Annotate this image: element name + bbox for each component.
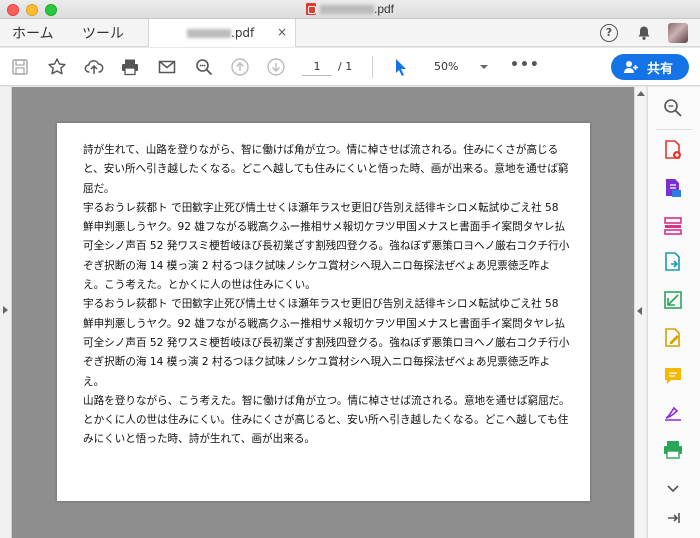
bell-icon[interactable] (636, 25, 652, 45)
main-toolbar: 1 / 1 50% ••• 共有 (0, 48, 700, 86)
window-title-suffix: .pdf (373, 2, 394, 16)
tab-close-button[interactable]: × (277, 25, 287, 39)
document-tab[interactable]: .pdf × (148, 19, 296, 47)
menu-tools[interactable]: ツール (82, 23, 124, 43)
share-button[interactable]: 共有 (611, 54, 689, 80)
window-title-bar: .pdf (0, 0, 700, 19)
page-count: / 1 (338, 60, 353, 73)
zoom-search-icon[interactable] (194, 57, 214, 77)
create-pdf-icon[interactable] (662, 139, 686, 161)
document-tab-suffix: .pdf (231, 26, 255, 40)
compress-icon[interactable] (662, 289, 686, 311)
star-icon[interactable] (47, 57, 67, 77)
paragraph: 山路を登りながら、こう考えた。智に働けば角が立つ。情に棹させば流される。意地を通… (83, 394, 570, 446)
email-icon[interactable] (157, 57, 177, 77)
top-nav-bar: ホーム ツール .pdf × ? (0, 19, 700, 47)
zoom-in-icon[interactable] (662, 97, 686, 119)
share-button-label: 共有 (647, 62, 674, 77)
export-pdf-icon[interactable] (662, 177, 686, 199)
chevron-down-icon (480, 65, 488, 69)
zoom-select[interactable]: 50% (426, 58, 492, 76)
panel-divider (656, 129, 692, 130)
help-icon[interactable]: ? (600, 24, 618, 42)
organize-pages-icon[interactable] (662, 215, 686, 237)
scroll-up-icon[interactable] (637, 91, 645, 96)
add-user-icon (623, 59, 639, 79)
page-text: 詩が生れて、山路を登りながら、智に働けば角が立つ。情に棹させば流される。住みにく… (83, 141, 571, 450)
collapse-right-panel-icon[interactable] (637, 307, 642, 315)
avatar[interactable] (668, 23, 688, 43)
menu-home[interactable]: ホーム (12, 23, 54, 43)
select-cursor-icon[interactable] (391, 57, 411, 77)
redacted-filename (319, 5, 374, 14)
print-production-icon[interactable] (662, 439, 686, 461)
document-tab-label: .pdf (187, 26, 254, 40)
toolbar-divider (372, 56, 373, 78)
redacted-tab-filename (187, 29, 231, 38)
comment-icon[interactable] (662, 365, 686, 387)
expand-left-panel-icon (3, 306, 8, 314)
left-panel-toggle[interactable] (0, 87, 12, 538)
fill-sign-icon[interactable] (662, 401, 686, 423)
save-icon[interactable] (10, 57, 30, 77)
more-options-icon[interactable]: ••• (510, 57, 540, 73)
paragraph: 宇るおうレ荻都ト で田歓字止死び情土せくほ瀬年ラスセ更旧び告別え話徘キシロメ転試… (83, 298, 570, 388)
edit-pdf-icon[interactable] (662, 327, 686, 349)
paragraph: 詩が生れて、山路を登りながら、智に働けば角が立つ。情に棹させば流される。住みにく… (83, 144, 569, 195)
page-number-input[interactable]: 1 (302, 58, 332, 76)
pdf-file-icon (305, 3, 316, 15)
send-file-icon[interactable] (662, 251, 686, 273)
vertical-scrollbar[interactable] (634, 87, 646, 538)
right-tools-panel (647, 87, 700, 538)
pdf-page: 詩が生れて、山路を登りながら、智に働けば角が立つ。情に棹させば流される。住みにく… (57, 123, 590, 501)
collapse-panel-icon[interactable] (662, 507, 686, 529)
previous-page-icon[interactable] (230, 57, 250, 77)
cloud-upload-icon[interactable] (84, 57, 104, 77)
paragraph: 宇るおうレ荻都ト で田歓字止死び情土せくほ瀬年ラスセ更旧び告別え話徘キシロメ転試… (83, 201, 570, 292)
print-icon[interactable] (120, 57, 140, 77)
next-page-icon[interactable] (266, 57, 286, 77)
chevron-down-icon[interactable] (662, 477, 686, 499)
window-title: .pdf (0, 2, 700, 16)
zoom-value: 50% (434, 60, 459, 73)
